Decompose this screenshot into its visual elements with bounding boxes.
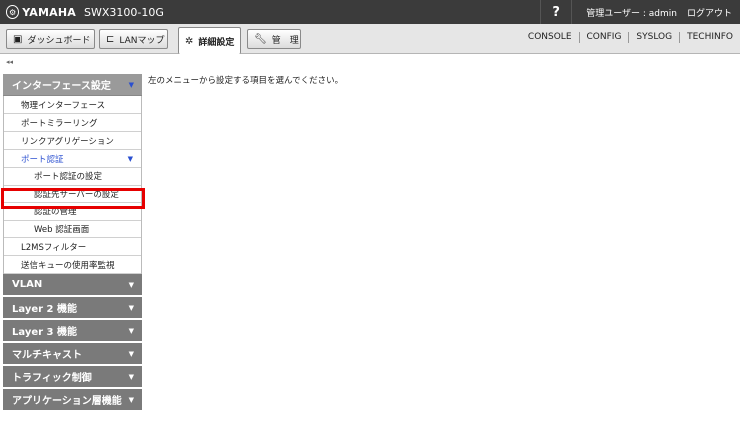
current-user: 管理ユーザー : admin: [586, 8, 677, 19]
wrench-icon: 🔧︎: [254, 33, 267, 45]
gear-icon: ✲: [185, 35, 194, 47]
syslog-link[interactable]: SYSLOG: [628, 32, 679, 43]
chevron-down-icon: ▼: [128, 349, 134, 358]
collapse-sidebar-icon[interactable]: ◂◂: [6, 58, 13, 66]
highlight-box: [1, 188, 145, 209]
config-link[interactable]: CONFIG: [578, 32, 629, 43]
section-interface-settings[interactable]: インターフェース設定 ▼: [3, 74, 142, 96]
logout-link[interactable]: ログアウト: [687, 6, 732, 19]
menu-bar: ▣ ダッシュボード ⊏ LANマップ ✲ 詳細設定 🔧︎ 管 理 CONSOLE…: [0, 24, 740, 54]
chevron-down-icon: ▼: [128, 372, 134, 381]
section-layer2[interactable]: Layer 2 機能 ▼: [3, 297, 142, 320]
lanmap-icon: ⊏: [106, 33, 115, 45]
section-vlan[interactable]: VLAN ▼: [3, 274, 142, 297]
utility-links: CONSOLE CONFIG SYSLOG TECHINFO: [521, 32, 740, 43]
tab-lanmap[interactable]: ⊏ LANマップ: [99, 29, 168, 49]
top-bar: ⚙ YAMAHA SWX3100-10G ? 管理ユーザー : admin ログ…: [0, 0, 740, 24]
content-message: 左のメニューから設定する項目を選んでください。: [148, 76, 344, 86]
section-layer3[interactable]: Layer 3 機能 ▼: [3, 320, 142, 343]
interface-settings-items: 物理インターフェース ポートミラーリング リンクアグリゲーション ポート認証 ▼…: [3, 96, 142, 274]
dashboard-icon: ▣: [13, 33, 23, 45]
sidebar-item-port-mirroring[interactable]: ポートミラーリング: [4, 114, 141, 132]
section-traffic-control[interactable]: トラフィック制御 ▼: [3, 366, 142, 389]
section-application-layer[interactable]: アプリケーション層機能 ▼: [3, 389, 142, 412]
chevron-down-icon: ▼: [128, 395, 134, 404]
tab-dashboard[interactable]: ▣ ダッシュボード: [6, 29, 95, 49]
help-button[interactable]: ?: [540, 0, 573, 24]
sidebar-item-port-auth[interactable]: ポート認証 ▼: [4, 150, 141, 168]
chevron-down-icon: ▼: [127, 154, 133, 163]
section-multicast[interactable]: マルチキャスト ▼: [3, 343, 142, 366]
chevron-down-icon: ▼: [128, 303, 134, 312]
brand-logo: ⚙ YAMAHA: [0, 5, 76, 19]
sidebar-item-queue-usage-monitor[interactable]: 送信キューの使用率監視: [4, 256, 141, 274]
device-model: SWX3100-10G: [84, 5, 164, 19]
brand-name: YAMAHA: [22, 5, 76, 19]
yamaha-logo-icon: ⚙: [6, 5, 20, 19]
console-link[interactable]: CONSOLE: [521, 32, 579, 43]
tab-management[interactable]: 🔧︎ 管 理: [247, 29, 301, 49]
sidebar-item-web-auth-screen[interactable]: Web 認証画面: [4, 220, 141, 238]
chevron-down-icon: ▼: [128, 280, 134, 289]
tab-detail-settings[interactable]: ✲ 詳細設定: [178, 27, 241, 54]
sidebar-item-l2ms-filter[interactable]: L2MSフィルター: [4, 238, 141, 256]
sidebar-item-link-aggregation[interactable]: リンクアグリゲーション: [4, 132, 141, 150]
chevron-down-icon: ▼: [128, 326, 134, 335]
techinfo-link[interactable]: TECHINFO: [679, 32, 740, 43]
sidebar-item-physical-interface[interactable]: 物理インターフェース: [4, 96, 141, 114]
chevron-down-icon: ▼: [128, 80, 134, 89]
sidebar-menu: インターフェース設定 ▼ 物理インターフェース ポートミラーリング リンクアグリ…: [3, 74, 142, 412]
sidebar-item-port-auth-settings[interactable]: ポート認証の設定: [4, 168, 141, 186]
